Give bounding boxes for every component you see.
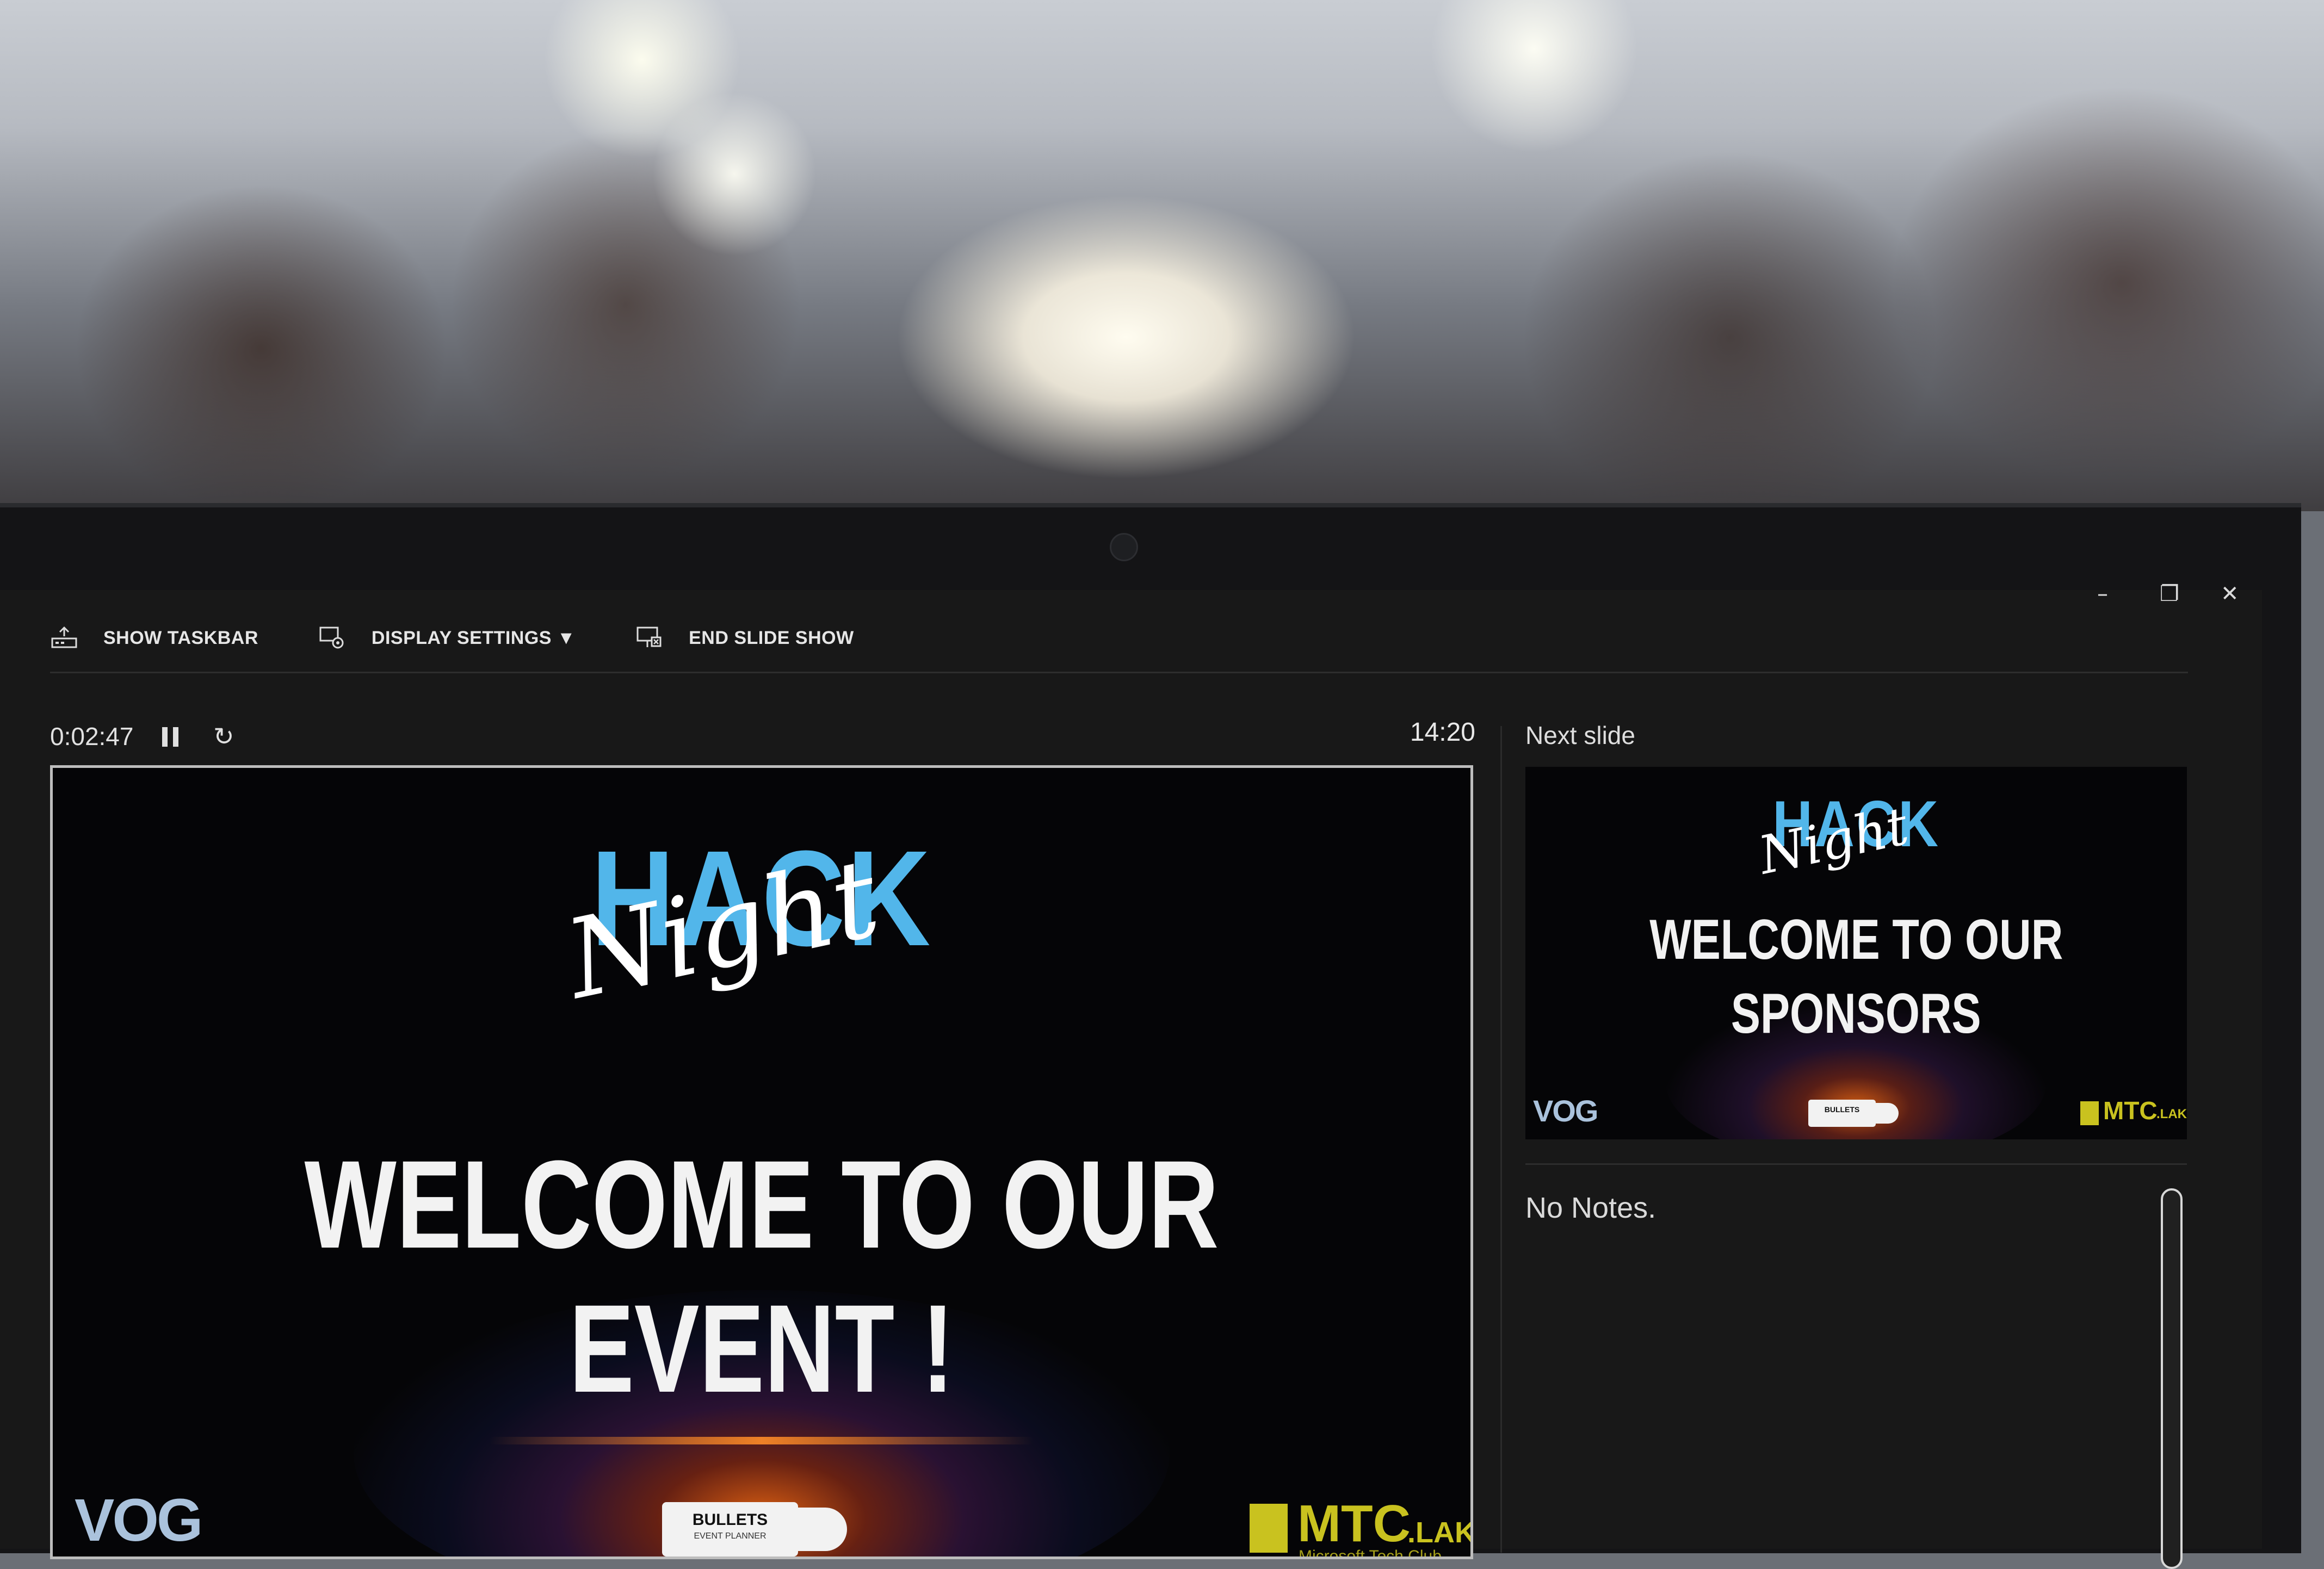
slide-headline-text: WELCOME TO OUR EVENT ! [304,1134,1219,1418]
display-settings-icon [318,625,347,650]
timer-row: 0:02:47 ↻ 14:20 [50,718,1475,760]
vog-logo: VOG [75,1487,203,1554]
minimize-button[interactable]: – [2097,581,2108,606]
next-slide-label: Next slide [1525,721,1635,749]
hack-night-logo: HACK Night [544,822,979,1024]
display-settings-label: DISPLAY SETTINGS ▼ [371,627,576,648]
notes-divider [1525,1163,2187,1165]
restart-timer-icon[interactable]: ↻ [213,723,234,750]
webcam [1110,533,1138,561]
mtc-logo-text: MTC [1297,1494,1411,1553]
toolbar-divider [50,672,2188,673]
next-bullets-logo: BULLETS [1808,1100,1901,1128]
mtc-logo-mark [1250,1504,1288,1553]
next-mtc-logo: MTC .LAKC [2080,1096,2187,1128]
bullets-logo: BULLETS EVENT PLANNER [662,1502,847,1556]
current-slide-preview[interactable]: HACK Night WELCOME TO OUR EVENT ! VOG BU… [50,765,1473,1559]
speaker-notes[interactable]: No Notes. [1525,1191,1656,1225]
pause-icon-bar-right [173,727,178,747]
presenter-toolbar: SHOW TASKBAR DISPLAY SETTINGS ▼ END SLID… [50,616,914,660]
next-mtc-logo-text: MTC [2103,1096,2158,1125]
mtc-logo: MTC .LAKC Microsoft Tech Club [1250,1494,1470,1559]
mtc-logo-subtitle: Microsoft Tech Club [1299,1547,1442,1559]
restore-button[interactable]: ❐ [2160,581,2179,606]
display-settings-button[interactable]: DISPLAY SETTINGS ▼ [318,625,576,650]
mtc-logo-suffix: .LAKC [1407,1516,1470,1549]
end-slide-show-button[interactable]: END SLIDE SHOW [635,625,854,650]
show-taskbar-label: SHOW TASKBAR [103,627,258,648]
slide-headline: WELCOME TO OUR EVENT ! [53,1132,1470,1421]
bullets-logo-text: BULLETS [692,1511,768,1529]
end-slide-show-label: END SLIDE SHOW [689,627,854,648]
taskbar-icon [50,625,78,650]
horizon-line [490,1437,1034,1444]
pause-timer-button[interactable] [162,727,180,747]
next-slide-headline: WELCOME TO OUR SPONSORS [1525,903,2187,1051]
current-time: 14:20 [1410,718,1475,747]
close-button[interactable]: ✕ [2221,581,2239,606]
end-slideshow-icon [635,625,664,650]
next-vog-logo: VOG [1533,1094,1598,1128]
next-headline-line1: WELCOME TO OUR [1649,908,2063,971]
next-mtc-logo-suffix: .LAKC [2156,1107,2187,1121]
blurred-audience-background [0,0,2324,511]
show-taskbar-button[interactable]: SHOW TASKBAR [50,625,258,650]
bullets-logo-subtext: EVENT PLANNER [694,1531,767,1541]
next-slide-preview[interactable]: HACK Night WELCOME TO OUR SPONSORS VOG B… [1525,767,2187,1139]
presenter-view-screen: – ❐ ✕ SHOW TASKBAR DISPLAY SETTINGS ▼ EN… [0,581,2262,1569]
next-hack-night-logo: HACK Night [1747,789,1965,886]
next-bullets-logo-text: BULLETS [1824,1105,1860,1114]
next-headline-line2: SPONSORS [1731,982,1981,1045]
notes-scrollbar[interactable] [2161,1188,2183,1569]
elapsed-timer: 0:02:47 [50,722,134,751]
pane-divider[interactable] [1500,726,1502,1553]
pause-icon-bar-left [162,727,168,747]
